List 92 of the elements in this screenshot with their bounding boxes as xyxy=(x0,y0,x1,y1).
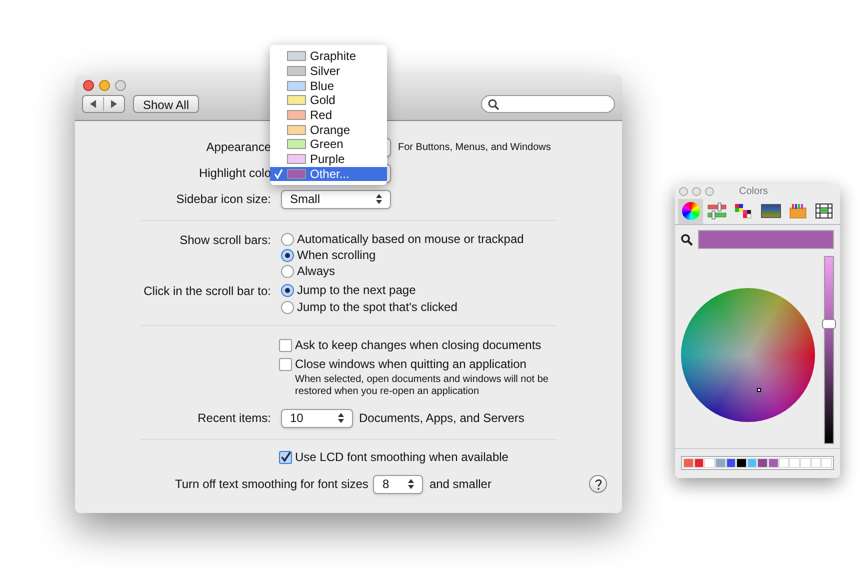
radio-button[interactable] xyxy=(281,264,294,278)
radio-label: Jump to the next page xyxy=(297,282,416,299)
search-icon xyxy=(488,98,499,110)
appearance-note: For Buttons, Menus, and Windows xyxy=(398,140,551,154)
menu-item-label: Blue xyxy=(310,78,334,95)
menu-item-label: Silver xyxy=(310,63,340,80)
menu-item-label: Green xyxy=(310,136,344,154)
checkbox-label: Use LCD font smoothing when available xyxy=(295,449,508,466)
recent-items-note: Documents, Apps, and Servers xyxy=(359,410,524,427)
color-grid-icon xyxy=(734,203,754,219)
font-size-note: and smaller xyxy=(429,476,492,493)
setting-label: Appearance xyxy=(206,140,271,154)
magnifier-icon xyxy=(681,234,693,246)
menu-item-label: Gold xyxy=(310,92,336,110)
color-swatch[interactable] xyxy=(778,458,790,468)
menu-item[interactable]: Red xyxy=(270,108,387,122)
stepper-arrows-icon xyxy=(376,194,382,204)
checkbox-description: When selected, open documents and windows will not be restored when you re-open an application xyxy=(294,374,549,398)
radio-button[interactable] xyxy=(281,232,294,246)
checkbox[interactable] xyxy=(279,450,292,464)
help-button[interactable] xyxy=(589,475,607,493)
color-swatch[interactable] xyxy=(683,458,694,468)
zoom-button[interactable] xyxy=(705,186,714,196)
close-button[interactable] xyxy=(679,186,688,196)
setting-label: Turn off text smoothing for font sizes xyxy=(175,476,368,493)
checkbox-label: Ask to keep changes when closing documents xyxy=(295,337,542,354)
menu-item[interactable]: Green xyxy=(270,137,387,152)
menu-item[interactable]: Gold xyxy=(270,93,387,108)
popup-button[interactable]: 10 xyxy=(281,408,353,428)
popup-button[interactable]: 8 xyxy=(373,474,424,494)
back-arrow-icon xyxy=(89,100,97,108)
color-swatch[interactable] xyxy=(789,458,800,468)
color-swatch[interactable] xyxy=(768,458,779,468)
forward-arrow-icon xyxy=(110,100,118,108)
setting-label: Sidebar icon size: xyxy=(176,192,271,206)
radio-button[interactable] xyxy=(281,300,294,314)
color-swatch[interactable] xyxy=(746,458,758,468)
menu-item[interactable]: Blue xyxy=(270,78,387,94)
slider-thumb[interactable] xyxy=(822,319,836,330)
color-picker-marker[interactable] xyxy=(757,388,761,392)
radio-button[interactable] xyxy=(281,248,294,262)
color-mode-tab[interactable] xyxy=(678,198,703,224)
setting-label: Click in the scroll bar to: xyxy=(144,284,271,298)
radio-label: Jump to the spot that's clicked xyxy=(297,299,458,316)
menu-item[interactable]: Silver xyxy=(270,64,387,78)
color-swatch[interactable] xyxy=(821,458,832,468)
checkmark-icon xyxy=(274,168,283,179)
sliders-icon xyxy=(707,202,728,220)
current-color-well[interactable] xyxy=(698,230,834,249)
panel-title: Colors xyxy=(739,184,768,198)
radio-button[interactable] xyxy=(281,284,294,296)
color-swatch[interactable] xyxy=(714,458,726,468)
radio-label: When scrolling xyxy=(297,247,376,264)
color-swatch[interactable] xyxy=(726,458,736,468)
minimize-button[interactable] xyxy=(99,80,110,90)
setting-label: Highlight colo xyxy=(198,166,271,180)
setting-label: Recent items: xyxy=(198,411,271,425)
color-swatch[interactable] xyxy=(757,458,768,468)
menu-item-label: Purple xyxy=(310,151,345,168)
menu-item-label: Other... xyxy=(310,166,350,183)
radio-label: Always xyxy=(297,263,336,280)
close-button[interactable] xyxy=(83,80,94,90)
color-swatch[interactable] xyxy=(800,458,811,468)
setting-label: Show scroll bars: xyxy=(180,233,271,247)
back-forward-control[interactable] xyxy=(82,95,125,113)
menu-item-label: Graphite xyxy=(310,48,356,66)
checkbox-label: Close windows when quitting an application xyxy=(295,356,526,373)
menu-item-label: Orange xyxy=(310,122,350,139)
menu-item-label: Red xyxy=(310,107,332,124)
show-all-button[interactable]: Show All xyxy=(133,95,199,113)
zoom-button[interactable] xyxy=(115,80,126,90)
crayon-box-icon xyxy=(788,203,807,219)
color-swatch[interactable] xyxy=(736,458,747,468)
menu-item[interactable]: Orange xyxy=(270,122,387,138)
color-swatch[interactable] xyxy=(810,458,822,468)
stepper-arrows-icon xyxy=(338,413,344,423)
search-field[interactable] xyxy=(481,95,615,113)
brightness-slider[interactable] xyxy=(824,256,834,444)
question-mark-icon xyxy=(594,478,602,490)
minimize-button[interactable] xyxy=(692,186,701,196)
color-wheel-icon xyxy=(682,202,700,220)
checkbox[interactable] xyxy=(279,338,292,352)
menu-item[interactable]: Other... xyxy=(270,166,387,182)
checkbox[interactable] xyxy=(279,358,292,370)
stepper-arrows-icon xyxy=(408,479,414,489)
menu-item[interactable]: Purple xyxy=(270,152,387,166)
color-swatch[interactable] xyxy=(704,458,715,468)
color-swatch[interactable] xyxy=(694,458,704,468)
landscape-image-icon xyxy=(760,204,781,218)
popup-button[interactable]: Small xyxy=(281,190,391,208)
menu-item[interactable]: Graphite xyxy=(270,49,387,64)
radio-label: Automatically based on mouse or trackpad xyxy=(297,231,524,248)
